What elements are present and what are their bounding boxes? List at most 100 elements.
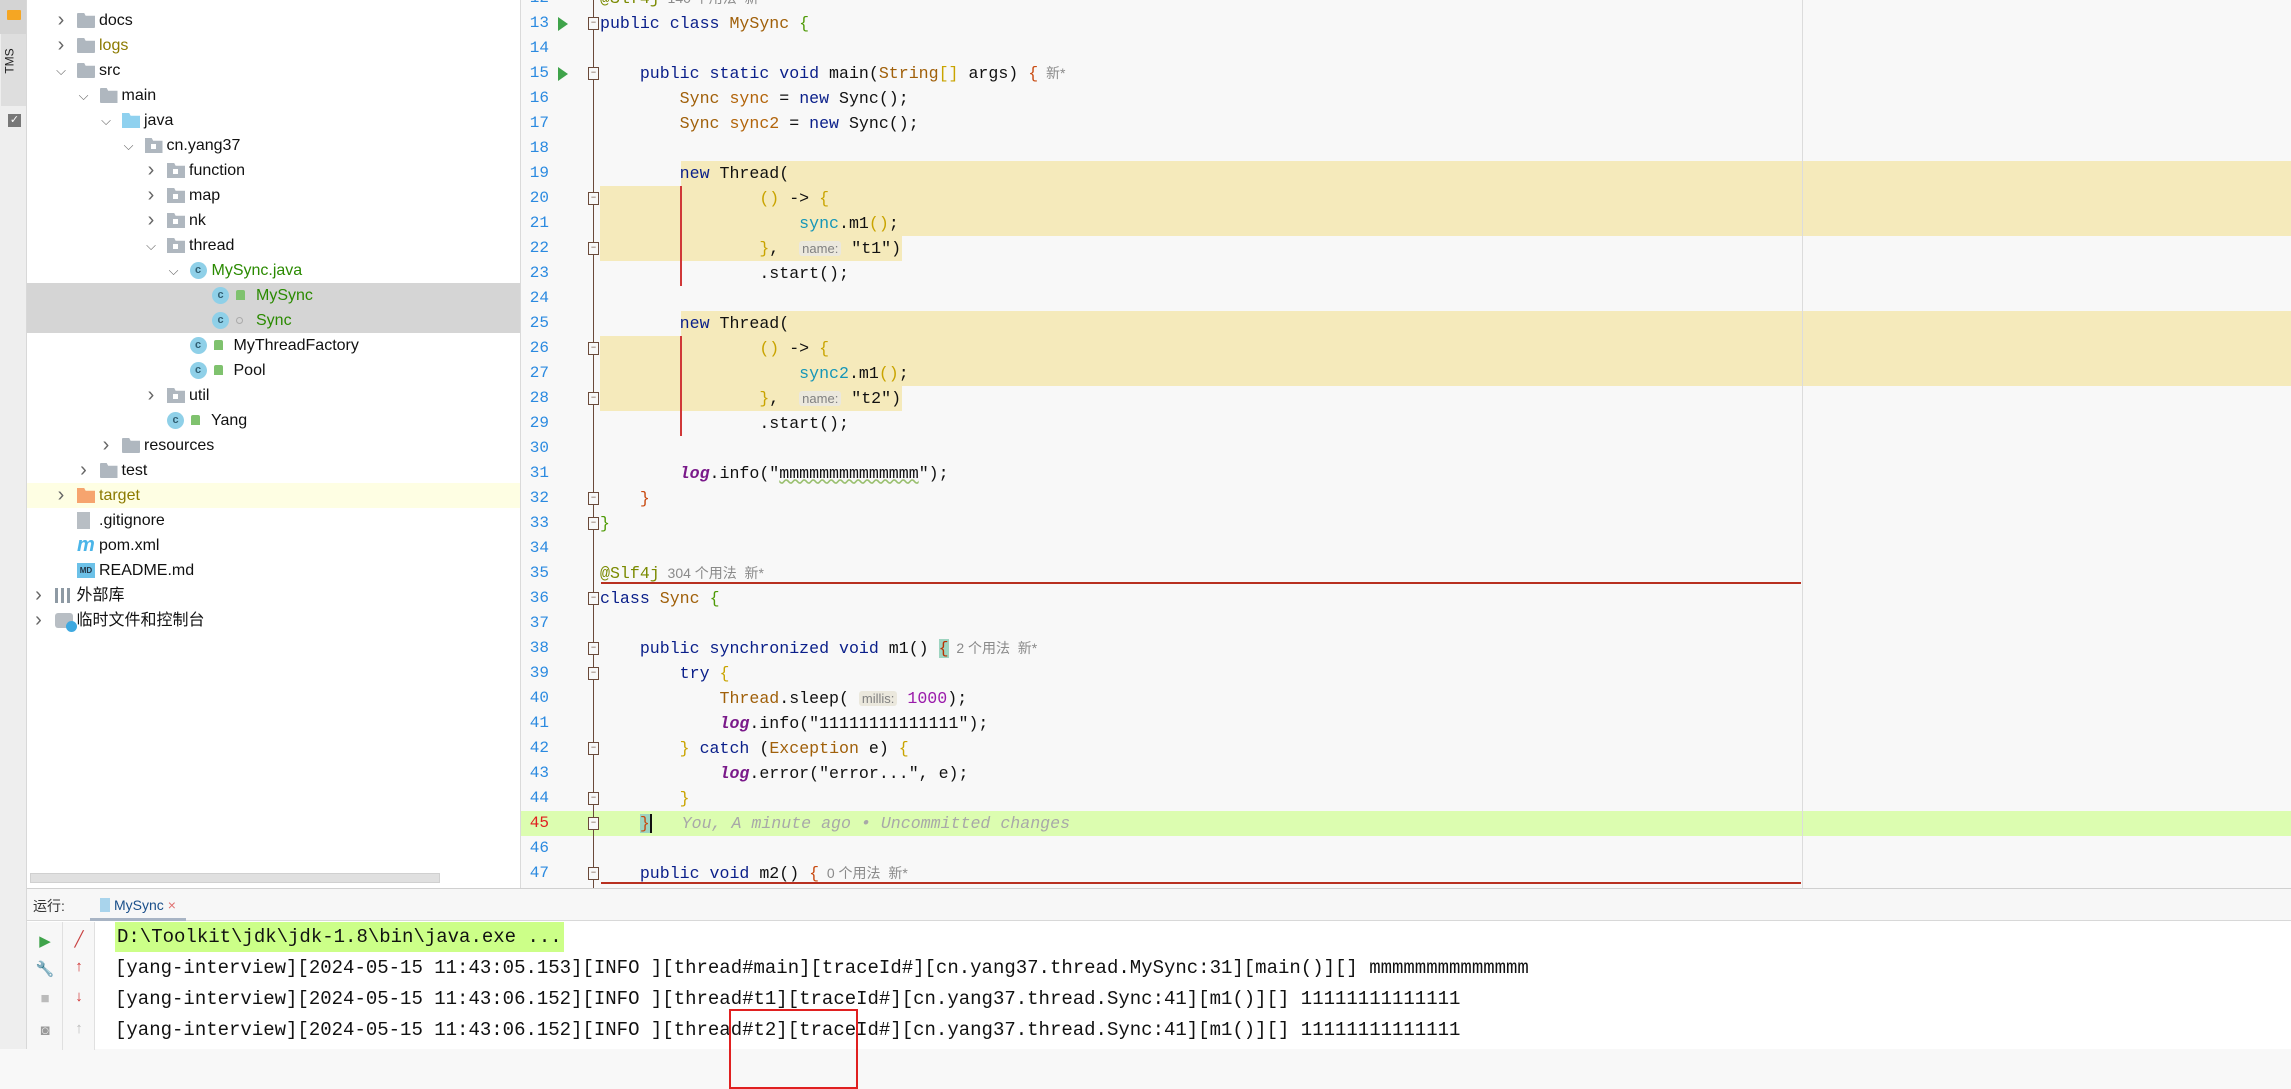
tree-item[interactable]: › util — [27, 383, 520, 408]
usage-hint[interactable]: 304 个用法 新* — [660, 565, 765, 581]
chevron-down-icon[interactable]: ⌵ — [145, 233, 157, 258]
clear-console-icon[interactable]: ╱ — [67, 930, 91, 948]
tree-item[interactable]: c Sync — [27, 308, 520, 333]
fold-close-icon[interactable]: − — [588, 391, 599, 405]
code-line[interactable]: 22 − }, name: "t1") — [521, 236, 2291, 261]
code-line[interactable]: 42 − } catch (Exception e) { — [521, 736, 2291, 761]
camera-icon[interactable]: ◙ — [33, 1022, 57, 1039]
tree-item[interactable]: ⌵ thread — [27, 233, 520, 258]
chevron-down-icon[interactable]: ⌵ — [100, 108, 112, 133]
code-line[interactable]: 45 − } You, A minute ago • Uncommitted ch… — [521, 811, 2291, 836]
code-line[interactable]: 19 new Thread( — [521, 161, 2291, 186]
arrow-up-icon[interactable]: ↑ — [67, 958, 91, 975]
code-line[interactable]: 25 new Thread( — [521, 311, 2291, 336]
tree-item[interactable]: ⌵ cn.yang37 — [27, 133, 520, 158]
wrench-icon[interactable]: 🔧 — [33, 960, 57, 978]
code-line[interactable]: 34 — [521, 536, 2291, 561]
chevron-down-icon[interactable]: ⌵ — [168, 258, 180, 283]
chevron-right-icon[interactable]: › — [55, 8, 67, 33]
fold-close-icon[interactable]: − — [588, 241, 599, 255]
tree-item[interactable]: › logs — [27, 33, 520, 58]
code-line[interactable]: 16 Sync sync = new Sync(); — [521, 86, 2291, 111]
tree-item[interactable]: c Yang — [27, 408, 520, 433]
usage-hint[interactable]: 140 个用法 新 — [660, 0, 759, 6]
usage-hint[interactable]: 0 个用法 新* — [819, 865, 908, 881]
tree-item[interactable]: › 临时文件和控制台 — [27, 608, 520, 633]
code-line[interactable]: 23 .start(); — [521, 261, 2291, 286]
tree-item[interactable]: › function — [27, 158, 520, 183]
tree-item[interactable]: c Pool — [27, 358, 520, 383]
code-line[interactable]: 39 − try { — [521, 661, 2291, 686]
chevron-right-icon[interactable]: › — [55, 33, 67, 58]
code-line[interactable]: 14 — [521, 36, 2291, 61]
code-line[interactable]: 17 Sync sync2 = new Sync(); — [521, 111, 2291, 136]
tree-item[interactable]: ⌵ java — [27, 108, 520, 133]
run-gutter-icon[interactable] — [558, 66, 568, 81]
tree-item[interactable]: c MyThreadFactory — [27, 333, 520, 358]
code-line[interactable]: 31 log.info("mmmmmmmmmmmmmm"); — [521, 461, 2291, 486]
tree-item[interactable]: › docs — [27, 8, 520, 33]
code-line[interactable]: 32 − } — [521, 486, 2291, 511]
tab-mysync[interactable]: MySync × — [90, 889, 186, 921]
tree-item[interactable]: ⌵ c MySync.java — [27, 258, 520, 283]
code-line[interactable]: 12 @Slf4j 140 个用法 新 — [521, 0, 2291, 11]
fold-open-icon[interactable]: − — [588, 341, 599, 355]
usage-hint[interactable]: 2 个用法 新* — [949, 640, 1037, 656]
run-gutter-icon[interactable] — [558, 16, 568, 31]
tree-item[interactable]: › 外部库 — [27, 583, 520, 608]
fold-open-icon[interactable]: − — [588, 591, 599, 605]
fold-open-icon[interactable]: − — [588, 66, 599, 80]
rerun-icon[interactable]: ▶ — [33, 932, 57, 950]
tree-item[interactable]: .gitignore — [27, 508, 520, 533]
stop-icon[interactable]: ■ — [33, 990, 57, 1007]
code-line[interactable]: 37 — [521, 611, 2291, 636]
code-line[interactable]: 30 — [521, 436, 2291, 461]
fold-close-icon[interactable]: − — [588, 516, 599, 530]
tree-item[interactable]: › map — [27, 183, 520, 208]
chevron-right-icon[interactable]: › — [33, 583, 45, 608]
code-line[interactable]: 24 — [521, 286, 2291, 311]
tree-item[interactable]: m pom.xml — [27, 533, 520, 558]
project-tool-button[interactable] — [0, 0, 26, 34]
code-line[interactable]: 43 log.error("error...", e); — [521, 761, 2291, 786]
chevron-right-icon[interactable]: › — [145, 158, 157, 183]
close-tab-icon[interactable]: × — [168, 897, 176, 913]
code-line[interactable]: 20 − () -> { — [521, 186, 2291, 211]
code-line[interactable]: 41 log.info("11111111111111"); — [521, 711, 2291, 736]
code-line[interactable]: 26 − () -> { — [521, 336, 2291, 361]
code-line[interactable]: 36 − class Sync { — [521, 586, 2291, 611]
code-line[interactable]: 21 sync.m1(); — [521, 211, 2291, 236]
chevron-right-icon[interactable]: › — [55, 483, 67, 508]
chevron-right-icon[interactable]: › — [100, 433, 112, 458]
code-line[interactable]: 27 sync2.m1(); — [521, 361, 2291, 386]
code-line[interactable]: 46 — [521, 836, 2291, 861]
chevron-down-icon[interactable]: ⌵ — [55, 58, 67, 83]
usage-hint[interactable]: 新* — [1038, 65, 1065, 81]
chevron-down-icon[interactable]: ⌵ — [78, 83, 90, 108]
fold-close-icon[interactable]: − — [588, 816, 599, 830]
chevron-right-icon[interactable]: › — [78, 458, 90, 483]
tree-item[interactable]: MD README.md — [27, 558, 520, 583]
code-line[interactable]: 18 — [521, 136, 2291, 161]
fold-open-icon[interactable]: − — [588, 741, 599, 755]
fold-open-icon[interactable]: − — [588, 16, 599, 30]
tree-item[interactable]: ⌵ src — [27, 58, 520, 83]
code-line[interactable]: 35 @Slf4j 304 个用法 新* — [521, 561, 2291, 586]
tree-item[interactable]: › target — [27, 483, 520, 508]
fold-open-icon[interactable]: − — [588, 866, 599, 880]
tree-item[interactable]: ⌵ main — [27, 83, 520, 108]
code-line[interactable]: 40 Thread.sleep( millis: 1000); — [521, 686, 2291, 711]
code-line[interactable]: 28 − }, name: "t2") — [521, 386, 2291, 411]
tree-item[interactable]: › test — [27, 458, 520, 483]
tree-item[interactable]: › nk — [27, 208, 520, 233]
fold-open-icon[interactable]: − — [588, 191, 599, 205]
code-line[interactable]: 29 .start(); — [521, 411, 2291, 436]
chevron-down-icon[interactable]: ⌵ — [123, 133, 135, 158]
tree-horizontal-scrollbar[interactable] — [30, 873, 440, 883]
chevron-right-icon[interactable]: › — [145, 383, 157, 408]
tree-item[interactable]: c MySync — [27, 283, 520, 308]
tree-item[interactable]: › resources — [27, 433, 520, 458]
code-line[interactable]: 38 − public synchronized void m1() { 2 个用… — [521, 636, 2291, 661]
code-line[interactable]: 15 − public static void main(String[] arg… — [521, 61, 2291, 86]
chevron-right-icon[interactable]: › — [33, 608, 45, 633]
